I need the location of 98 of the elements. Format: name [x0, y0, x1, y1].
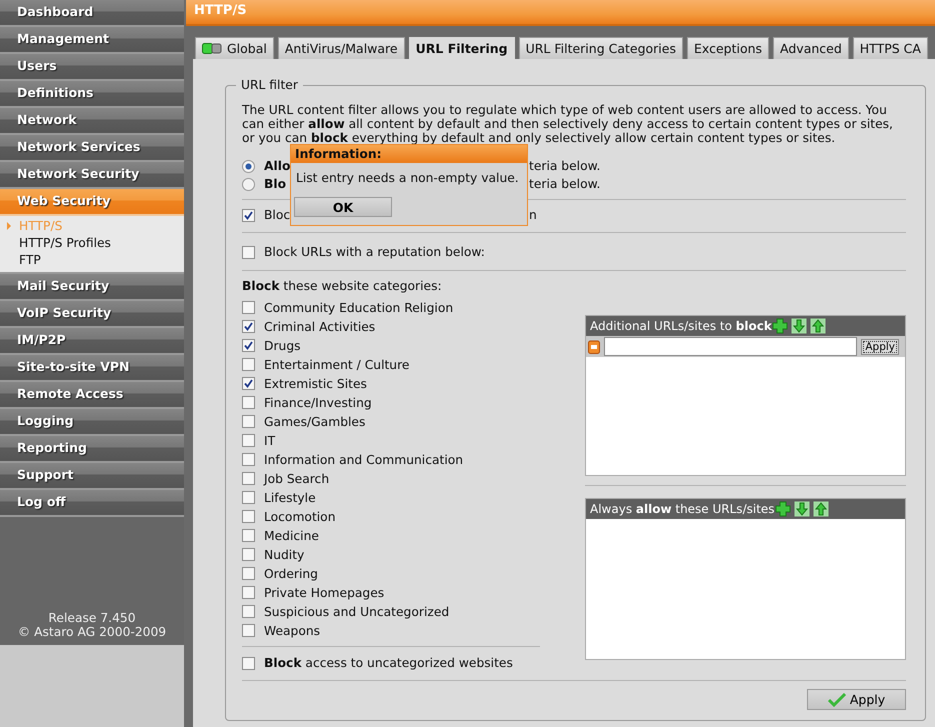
apply-button[interactable]: Apply — [861, 338, 899, 354]
tab[interactable]: AntiVirus/Malware — [278, 37, 405, 59]
checkbox[interactable] — [242, 396, 255, 409]
dialog-title: Information: — [291, 145, 527, 163]
tab[interactable]: Exceptions — [687, 37, 770, 59]
release-text: Release 7.450 — [48, 611, 136, 625]
checkbox[interactable] — [242, 656, 255, 670]
category-label: Extremistic Sites — [264, 376, 367, 390]
checkbox[interactable] — [242, 605, 255, 618]
sidebar-item[interactable]: Logging — [0, 409, 184, 436]
option-label: Bloc — [264, 208, 290, 222]
list-title: Additional URLs/sites to block — [590, 319, 772, 333]
tab[interactable]: URL Filtering Categories — [518, 37, 683, 59]
checkbox[interactable] — [242, 415, 255, 428]
sidebar-item[interactable]: Remote Access — [0, 382, 184, 409]
radio-button[interactable] — [242, 178, 255, 190]
sidebar-item[interactable]: Users — [0, 54, 184, 81]
category-label: Ordering — [264, 566, 318, 580]
sidebar-item[interactable]: Management — [0, 27, 184, 54]
sidebar-item[interactable]: Definitions — [0, 81, 184, 108]
sidebar-item[interactable]: Mail Security — [0, 274, 184, 301]
download-icon[interactable] — [794, 501, 810, 517]
plus-icon[interactable] — [774, 501, 791, 517]
page-title: HTTP/S — [186, 0, 935, 26]
category-label: Games/Gambles — [264, 414, 366, 428]
category-label: Community Education Religion — [264, 300, 454, 314]
option-label: Allo — [264, 159, 290, 173]
sidebar-item[interactable]: IM/P2P — [0, 328, 184, 355]
url-input-field[interactable] — [604, 337, 858, 356]
category-label: Finance/Investing — [264, 396, 372, 410]
sidebar-item[interactable]: Site-to-site VPN — [0, 355, 184, 382]
sidebar-item[interactable]: Network Security — [0, 162, 184, 189]
checkbox[interactable] — [242, 491, 255, 504]
category-label: Nudity — [264, 548, 304, 562]
copyright-text: © Astaro AG 2000-2009 — [18, 625, 166, 639]
group-legend: URL filter — [236, 78, 303, 92]
sidebar-item[interactable]: Network Services — [0, 135, 184, 162]
category-label: Information and Communication — [264, 452, 464, 466]
checkbox[interactable] — [242, 586, 255, 599]
submenu-item[interactable]: HTTP/S Profiles — [0, 235, 184, 252]
checkbox[interactable] — [242, 246, 255, 258]
checkbox[interactable] — [242, 567, 255, 580]
plus-icon[interactable] — [772, 318, 788, 334]
sidebar-item[interactable]: Reporting — [0, 436, 184, 463]
trash-icon[interactable] — [588, 339, 600, 354]
category-label: IT — [264, 434, 276, 448]
category-label: Entertainment / Culture — [264, 358, 410, 372]
checkbox[interactable] — [242, 358, 255, 371]
option-label: Block URLs with a reputation below: — [264, 245, 485, 259]
checkbox[interactable] — [242, 510, 255, 523]
ok-button[interactable]: OK — [294, 197, 392, 217]
checkbox[interactable] — [242, 453, 255, 466]
category-label: Medicine — [264, 528, 319, 542]
sidebar-item[interactable]: VoIP Security — [0, 301, 184, 328]
submenu-item[interactable]: FTP — [0, 252, 184, 269]
dialog-message: List entry needs a non-empty value. — [295, 170, 520, 186]
checkbox[interactable] — [242, 529, 255, 542]
category-label: Criminal Activities — [264, 320, 376, 334]
checkbox[interactable] — [242, 434, 255, 447]
sidebar-item[interactable]: Log off — [0, 490, 184, 517]
tab[interactable]: HTTPS CA — [852, 37, 928, 59]
sidebar-item[interactable]: Network — [0, 108, 184, 135]
checkbox[interactable] — [242, 472, 255, 485]
status-icon — [202, 43, 222, 54]
description-text: The URL content filter allows you to regulate which type of web content users are allowed to access. You can either allow all content by default and then selectively deny access to certain content types or sites, or you can block everything by default and only selectively allow certain content types or sites. — [242, 103, 894, 145]
upload-icon[interactable] — [810, 318, 826, 334]
option-label: n — [529, 208, 537, 222]
category-label: Suspicious and Uncategorized — [264, 604, 450, 618]
sidebar-item[interactable]: Dashboard — [0, 0, 184, 27]
option-label: Block access to uncategorized websites — [264, 656, 513, 670]
category-label: Drugs — [264, 338, 301, 352]
checkbox[interactable] — [242, 548, 255, 561]
checkbox[interactable] — [242, 208, 255, 222]
option-label: teria below. — [529, 159, 600, 173]
upload-icon[interactable] — [812, 501, 829, 517]
tab[interactable]: URL Filtering — [408, 37, 515, 59]
checkbox[interactable] — [242, 377, 255, 390]
download-icon[interactable] — [790, 318, 807, 334]
category-label: Lifestyle — [264, 490, 316, 504]
category-label: Weapons — [264, 624, 320, 638]
checkbox[interactable] — [242, 320, 255, 333]
tab[interactable]: Global — [195, 37, 274, 59]
option-label: teria below. — [529, 177, 600, 191]
list-title: Always allow these URLs/sites — [590, 502, 775, 516]
apply-button[interactable]: Apply — [807, 689, 906, 710]
checkmark-icon — [828, 692, 846, 706]
category-label: Locomotion — [264, 510, 336, 524]
radio-button[interactable] — [242, 160, 255, 172]
checkbox[interactable] — [242, 339, 255, 352]
section-heading: Block these website categories: — [242, 278, 443, 295]
option-label: Blo — [264, 177, 286, 191]
checkbox[interactable] — [242, 301, 255, 314]
caret-icon — [7, 222, 11, 230]
category-label: Job Search — [264, 472, 330, 486]
tab[interactable]: Advanced — [773, 37, 849, 59]
category-label: Private Homepages — [264, 586, 384, 600]
sidebar-item[interactable]: Support — [0, 463, 184, 490]
checkbox[interactable] — [242, 624, 255, 637]
